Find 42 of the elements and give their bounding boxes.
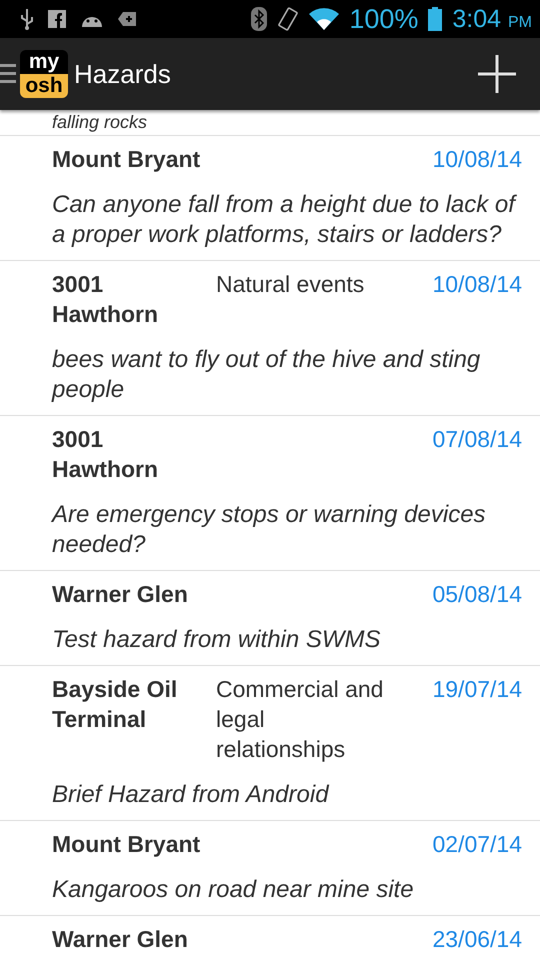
bluetooth-icon: [251, 7, 268, 31]
hazard-item[interactable]: 3001 Hawthorn Natural events 10/08/14 bees want to fly out of the hive and sting people: [0, 261, 540, 416]
battery-percent: 100%: [349, 4, 418, 34]
hazard-item[interactable]: Warner Glen 23/06/14: [0, 916, 540, 960]
site-name: Warner Glen: [52, 580, 189, 609]
hazard-item[interactable]: Warner Glen 05/08/14 Test hazard from within SWMS: [0, 571, 540, 666]
site-name: Warner Glen: [52, 925, 189, 954]
tag-icon: [118, 12, 136, 26]
battery-icon: [428, 7, 442, 31]
menu-icon[interactable]: [0, 63, 16, 85]
hazard-item[interactable]: Mount Bryant 02/07/14 Kangaroos on road near mine site: [0, 821, 540, 916]
hazard-date: 05/08/14: [431, 580, 522, 609]
hazard-description: bees want to fly out of the hive and sting people: [52, 345, 482, 405]
hazard-description: Can anyone fall from a height due to lack of a proper work platforms, stairs or ladders?: [52, 190, 518, 250]
hazard-date: 02/07/14: [431, 830, 522, 859]
rotate-phone-icon: [277, 7, 300, 31]
hazard-description: falling rocks: [0, 110, 540, 136]
hazard-description: Are emergency stops or warning devices needed?: [52, 500, 487, 560]
hazard-date: 19/07/14: [431, 675, 522, 704]
site-name: Bayside Oil Terminal: [52, 675, 178, 734]
add-icon[interactable]: [478, 55, 516, 93]
hazard-item[interactable]: Bayside Oil Terminal Commercial and legal relationships 19/07/14 Brief Hazard from Android: [0, 666, 540, 821]
site-name: 3001 Hawthorn: [52, 425, 160, 484]
screen-title: Hazards: [74, 58, 172, 90]
site-name: Mount Bryant: [52, 145, 202, 174]
hazard-date: 10/08/14: [431, 145, 522, 174]
facebook-icon: [48, 10, 66, 28]
hazard-date: 07/08/14: [431, 425, 522, 454]
clock: 3:04 PM: [452, 4, 532, 34]
hazard-description: Kangaroos on road near mine site: [52, 875, 415, 905]
hazard-date: 10/08/14: [431, 270, 522, 299]
hazard-item[interactable]: Mount Bryant 10/08/14 Can anyone fall from a height due to lack of a proper work platforms, stairs or ladders?: [0, 136, 540, 261]
hazard-description: Brief Hazard from Android: [52, 780, 330, 810]
usb-icon: [20, 8, 34, 30]
hazard-category: Commercial and legal relationships: [215, 675, 384, 764]
site-name: Mount Bryant: [52, 830, 202, 859]
hazard-item[interactable]: 3001 Hawthorn 07/08/14 Are emergency stops or warning devices needed?: [0, 416, 540, 571]
hazard-description: Test hazard from within SWMS: [52, 625, 382, 655]
wifi-icon: [309, 8, 340, 30]
site-name: 3001 Hawthorn: [52, 270, 160, 329]
hazard-date: 23/06/14: [431, 925, 522, 954]
hazard-category: Natural events: [215, 270, 366, 299]
